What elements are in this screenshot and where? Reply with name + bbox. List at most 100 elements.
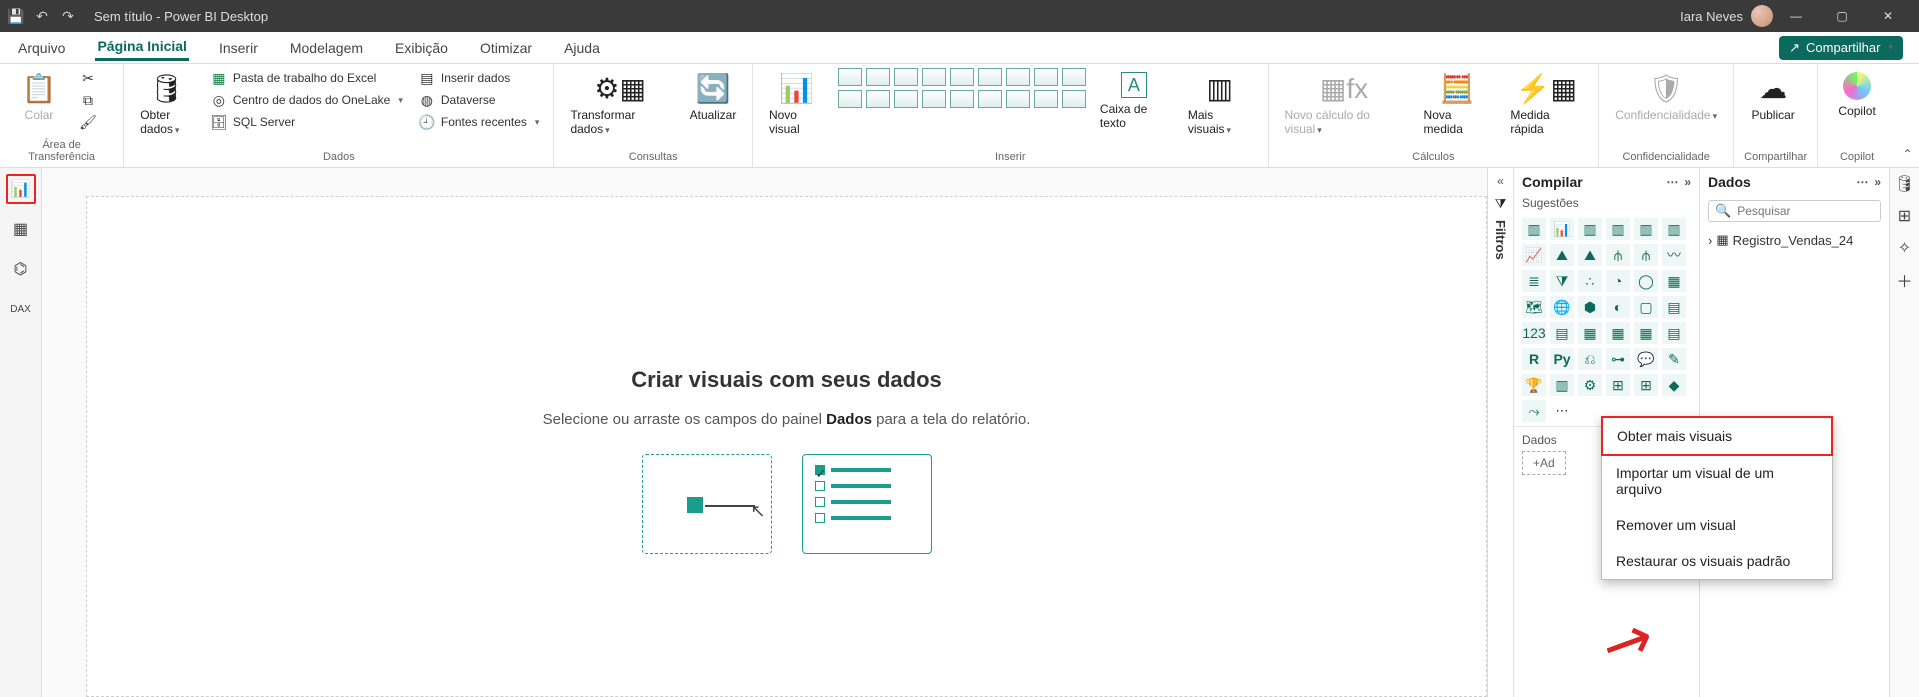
clustered-column-chart-icon[interactable]: ▥: [1606, 218, 1630, 240]
get-more-visuals-ellipsis[interactable]: ⋯: [1550, 400, 1574, 422]
fields-search[interactable]: 🔍: [1708, 200, 1881, 222]
gauge-icon[interactable]: ◐: [1606, 296, 1630, 318]
stacked-area-chart-icon[interactable]: ⛰: [1578, 244, 1602, 266]
expand-filters-icon[interactable]: «: [1497, 174, 1504, 188]
format-painter-button[interactable]: 🖌: [76, 112, 100, 132]
key-influencers-icon[interactable]: ⎌: [1578, 348, 1602, 370]
map-icon[interactable]: 🗺: [1522, 296, 1546, 318]
new-visual-button[interactable]: 📊 Novo visual: [763, 68, 830, 140]
tab-ajuda[interactable]: Ajuda: [562, 36, 602, 60]
card-icon[interactable]: ▢: [1634, 296, 1658, 318]
python-visual-icon[interactable]: ▤: [1662, 322, 1686, 344]
visual-chip[interactable]: [838, 90, 862, 108]
paste-button[interactable]: 📋 Colar: [10, 68, 68, 126]
collapse-pane-icon[interactable]: »: [1874, 175, 1881, 189]
line-column-chart-icon[interactable]: ⫛: [1606, 244, 1630, 266]
sensitivity-button[interactable]: 🛡 Confidencialidade▾: [1609, 68, 1723, 126]
new-visual-calc-button[interactable]: ▦fx Novo cálculo do visual▾: [1279, 68, 1410, 140]
enter-data-button[interactable]: ▤Inserir dados: [415, 68, 544, 88]
tab-otimizar[interactable]: Otimizar: [478, 36, 534, 60]
canvas-page[interactable]: Criar visuais com seus dados Selecione o…: [86, 196, 1487, 697]
table-node[interactable]: › ▦ Registro_Vendas_24: [1708, 230, 1881, 250]
r-script-visual-icon[interactable]: R: [1522, 348, 1546, 370]
collapse-ribbon-icon[interactable]: ⌃: [1903, 147, 1913, 161]
recent-sources-button[interactable]: 🕘Fontes recentes▾: [415, 112, 544, 132]
visual-chip[interactable]: [922, 68, 946, 86]
table-visual-icon[interactable]: ▦: [1578, 322, 1602, 344]
area-chart-icon[interactable]: ⛰: [1550, 244, 1574, 266]
add-data-fields-button[interactable]: +Ad: [1522, 451, 1566, 475]
visual-chip[interactable]: [1034, 90, 1058, 108]
copy-button[interactable]: ⧉: [76, 90, 100, 110]
visual-chip[interactable]: [1006, 90, 1030, 108]
visual-chip[interactable]: [1062, 90, 1086, 108]
more-visuals-button[interactable]: ▥ Mais visuais▾: [1182, 68, 1258, 140]
menu-get-more-visuals[interactable]: Obter mais visuais: [1601, 416, 1833, 456]
power-automate-icon[interactable]: ⚙: [1578, 374, 1602, 396]
decomposition-tree-icon[interactable]: ⊶: [1606, 348, 1630, 370]
custom-visual-icon[interactable]: ⊞: [1634, 374, 1658, 396]
tab-pagina-inicial[interactable]: Página Inicial: [95, 34, 188, 61]
line-clustered-column-icon[interactable]: ⫛: [1634, 244, 1658, 266]
close-button[interactable]: ✕: [1865, 0, 1911, 32]
visual-chip[interactable]: [978, 90, 1002, 108]
report-canvas[interactable]: Criar visuais com seus dados Selecione o…: [42, 168, 1487, 697]
analytics-rail-icon[interactable]: ✧: [1893, 236, 1917, 260]
visual-chip[interactable]: [894, 90, 918, 108]
visual-chip[interactable]: [922, 90, 946, 108]
line-chart-icon[interactable]: 📈: [1522, 244, 1546, 266]
quick-measure-button[interactable]: ⚡▦ Medida rápida: [1504, 68, 1588, 140]
visual-chip[interactable]: [1062, 68, 1086, 86]
more-arrow-icon[interactable]: ⤳: [1522, 400, 1546, 422]
publish-button[interactable]: ☁︎ Publicar: [1744, 68, 1802, 126]
menu-restore-default-visuals[interactable]: Restaurar os visuais padrão: [1602, 543, 1832, 579]
more-options-icon[interactable]: ⋯: [1856, 175, 1868, 189]
funnel-chart-icon[interactable]: ⧩: [1550, 270, 1574, 292]
azure-map-icon[interactable]: ⬢: [1578, 296, 1602, 318]
maximize-button[interactable]: ▢: [1819, 0, 1865, 32]
report-view-button[interactable]: 📊: [6, 174, 36, 204]
slicer-icon[interactable]: ▤: [1550, 322, 1574, 344]
hundred-stacked-column-icon[interactable]: ▥: [1662, 218, 1686, 240]
filled-map-icon[interactable]: 🌐: [1550, 296, 1574, 318]
py-script-visual-icon[interactable]: Py: [1550, 348, 1574, 370]
refresh-button[interactable]: 🔄 Atualizar: [684, 68, 742, 126]
visual-chip[interactable]: [1034, 68, 1058, 86]
treemap-icon[interactable]: ▦: [1662, 270, 1686, 292]
visual-chip[interactable]: [1006, 68, 1030, 86]
sql-server-button[interactable]: 🗄SQL Server: [207, 112, 407, 132]
share-button[interactable]: ↗ Compartilhar ▾: [1779, 36, 1903, 60]
new-measure-button[interactable]: 🧮 Nova medida: [1418, 68, 1497, 140]
text-box-button[interactable]: A Caixa de texto: [1094, 68, 1174, 134]
transform-data-button[interactable]: ⚙▦ Transformar dados▾: [564, 68, 676, 140]
paginated-report-icon[interactable]: 🏆: [1522, 374, 1546, 396]
save-icon[interactable]: 💾: [8, 8, 24, 24]
cut-button[interactable]: ✂: [76, 68, 100, 88]
table-view-button[interactable]: ▦: [6, 214, 36, 244]
more-options-icon[interactable]: ⋯: [1666, 175, 1678, 189]
clustered-bar-chart-icon[interactable]: 📊: [1550, 218, 1574, 240]
stacked-bar-chart-icon[interactable]: ▥: [1522, 218, 1546, 240]
visual-chip[interactable]: [894, 68, 918, 86]
r-visual-icon[interactable]: ▦: [1634, 322, 1658, 344]
menu-import-visual[interactable]: Importar um visual de um arquivo: [1602, 455, 1832, 507]
model-view-button[interactable]: ⌬: [6, 254, 36, 284]
visual-chip[interactable]: [838, 68, 862, 86]
data-rail-icon[interactable]: 🛢: [1893, 172, 1917, 196]
collapse-pane-icon[interactable]: »: [1684, 175, 1691, 189]
add-rail-icon[interactable]: ＋: [1893, 268, 1917, 292]
ribbon-chart-icon[interactable]: 〰: [1662, 244, 1686, 266]
visual-chip[interactable]: [950, 90, 974, 108]
custom-visual-icon[interactable]: ⊞: [1606, 374, 1630, 396]
dax-view-button[interactable]: DAX: [6, 294, 36, 324]
redo-icon[interactable]: ↷: [60, 8, 76, 24]
scatter-chart-icon[interactable]: ∴: [1578, 270, 1602, 292]
format-rail-icon[interactable]: ⊞: [1893, 204, 1917, 228]
qna-visual-icon[interactable]: 💬: [1634, 348, 1658, 370]
excel-workbook-button[interactable]: ▦Pasta de trabalho do Excel: [207, 68, 407, 88]
menu-remove-visual[interactable]: Remover um visual: [1602, 507, 1832, 543]
tab-exibicao[interactable]: Exibição: [393, 36, 450, 60]
power-apps-icon[interactable]: ▥: [1550, 374, 1574, 396]
tab-arquivo[interactable]: Arquivo: [16, 36, 67, 60]
pie-chart-icon[interactable]: ◔: [1606, 270, 1630, 292]
